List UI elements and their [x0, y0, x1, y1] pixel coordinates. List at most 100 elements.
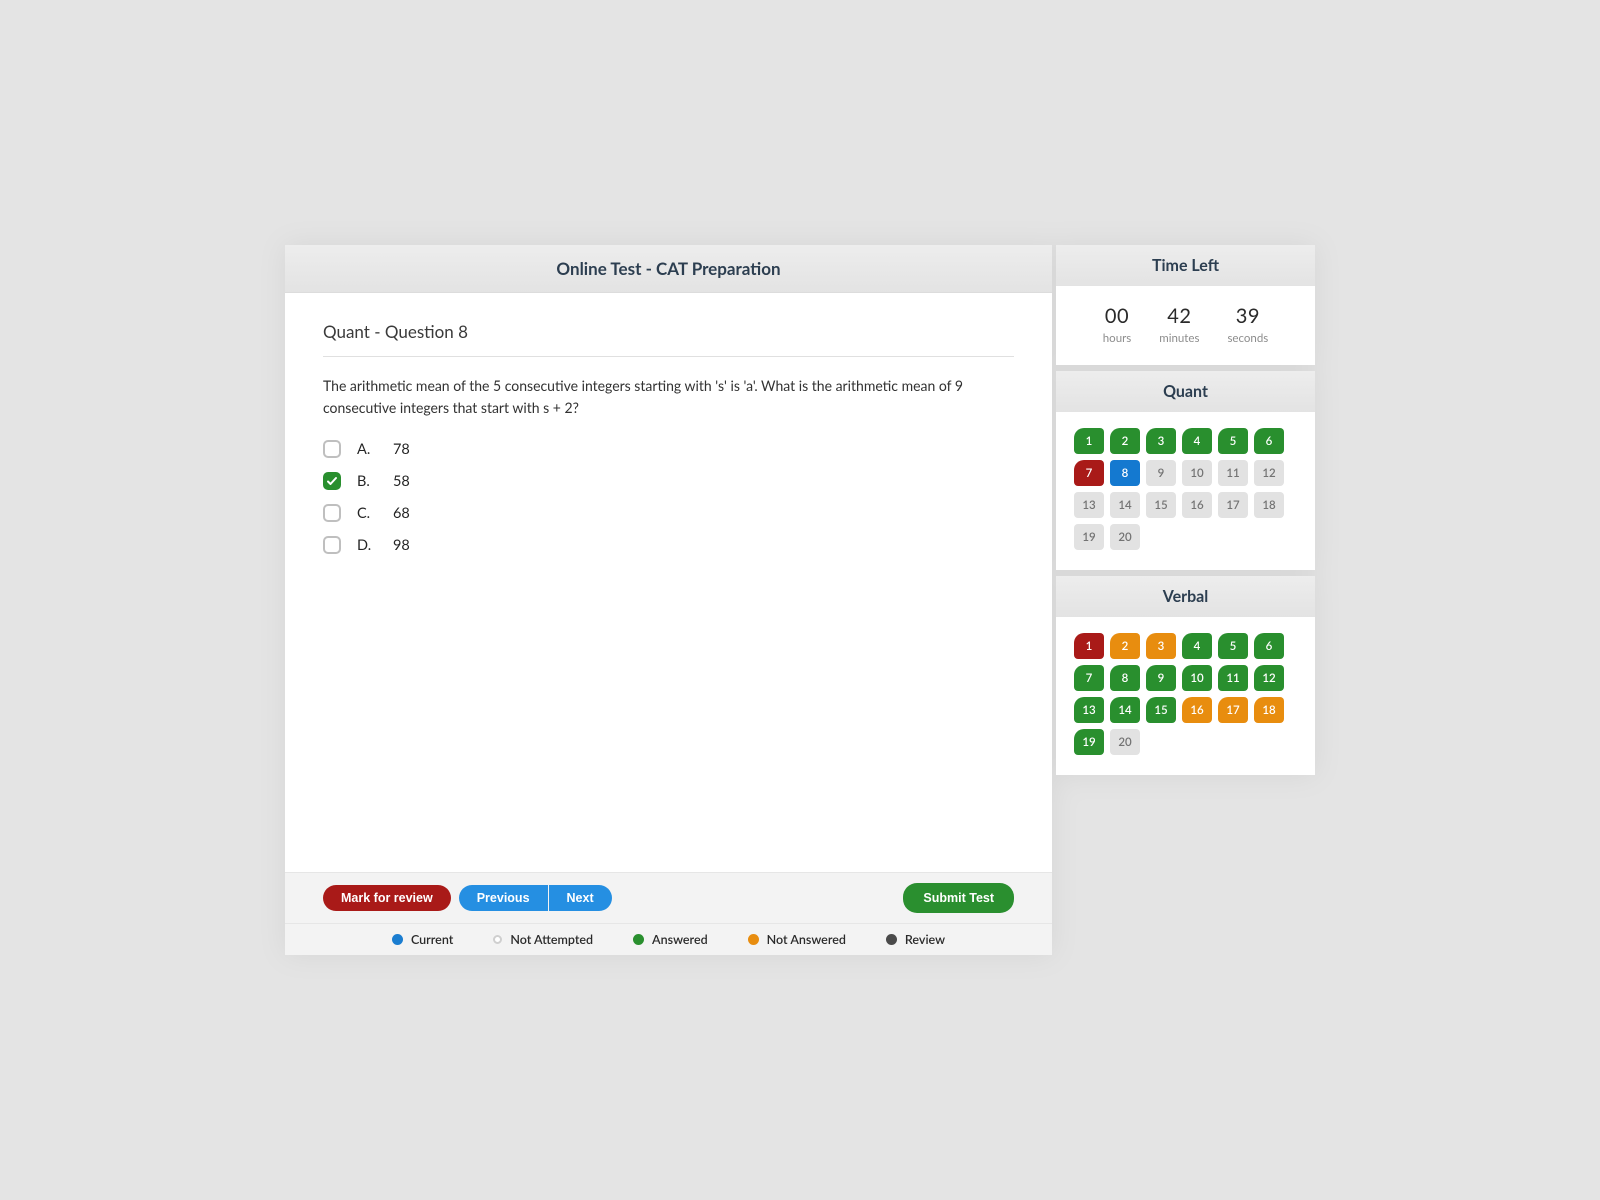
question-prompt: The arithmetic mean of the 5 consecutive…	[323, 375, 963, 418]
question-nav-quant-19[interactable]: 19	[1074, 524, 1104, 550]
question-nav-quant-18[interactable]: 18	[1254, 492, 1284, 518]
question-nav-quant-15[interactable]: 15	[1146, 492, 1176, 518]
mark-for-review-button[interactable]: Mark for review	[323, 885, 451, 911]
question-nav-quant-3[interactable]: 3	[1146, 428, 1176, 454]
timer-hours-label: hours	[1103, 332, 1131, 345]
question-nav-quant-6[interactable]: 6	[1254, 428, 1284, 454]
dot-notattempted-icon	[493, 935, 502, 944]
option-letter: C.	[357, 505, 377, 522]
question-nav-quant-12[interactable]: 12	[1254, 460, 1284, 486]
question-nav-verbal-20[interactable]: 20	[1110, 729, 1140, 755]
timer-hours: 00 hours	[1103, 304, 1131, 345]
section-title: Quant	[1056, 371, 1315, 412]
question-nav-quant-16[interactable]: 16	[1182, 492, 1212, 518]
legend-notattempted-label: Not Attempted	[510, 932, 593, 947]
section-panel-verbal: Verbal1234567891011121314151617181920	[1056, 576, 1315, 775]
option-d[interactable]: D.98	[323, 536, 1014, 554]
option-text: 58	[393, 473, 410, 490]
dot-review-icon	[886, 934, 897, 945]
legend-notattempted: Not Attempted	[493, 932, 593, 947]
question-nav-quant-5[interactable]: 5	[1218, 428, 1248, 454]
timer-body: 00 hours 42 minutes 39 seconds	[1056, 286, 1315, 365]
legend-current: Current	[392, 932, 453, 947]
option-b[interactable]: B. 58	[323, 472, 1014, 490]
section-title: Verbal	[1056, 576, 1315, 617]
question-nav-verbal-15[interactable]: 15	[1146, 697, 1176, 723]
checkbox-icon	[323, 472, 341, 490]
timer-minutes-value: 42	[1159, 304, 1199, 328]
question-nav-verbal-13[interactable]: 13	[1074, 697, 1104, 723]
question-nav-verbal-4[interactable]: 4	[1182, 633, 1212, 659]
question-nav-verbal-11[interactable]: 11	[1218, 665, 1248, 691]
question-nav-quant-9[interactable]: 9	[1146, 460, 1176, 486]
option-letter: A.	[357, 441, 377, 458]
question-nav-quant-17[interactable]: 17	[1218, 492, 1248, 518]
section-panel-quant: Quant1234567891011121314151617181920	[1056, 371, 1315, 570]
question-nav-verbal-2[interactable]: 2	[1110, 633, 1140, 659]
dot-notanswered-icon	[748, 934, 759, 945]
legend: Current Not Attempted Answered Not Answe…	[285, 923, 1052, 955]
question-nav-quant-11[interactable]: 11	[1218, 460, 1248, 486]
question-nav-quant-13[interactable]: 13	[1074, 492, 1104, 518]
checkbox-icon	[323, 440, 341, 458]
question-nav-verbal-1[interactable]: 1	[1074, 633, 1104, 659]
question-nav-verbal-18[interactable]: 18	[1254, 697, 1284, 723]
option-text: 68	[393, 505, 410, 522]
question-nav-quant-20[interactable]: 20	[1110, 524, 1140, 550]
timer-seconds: 39 seconds	[1227, 304, 1268, 345]
option-letter: B.	[357, 473, 377, 490]
legend-current-label: Current	[411, 932, 453, 947]
question-nav-verbal-17[interactable]: 17	[1218, 697, 1248, 723]
option-text: 78	[393, 441, 410, 458]
question-nav-verbal-10[interactable]: 10	[1182, 665, 1212, 691]
question-nav-quant-1[interactable]: 1	[1074, 428, 1104, 454]
legend-review-label: Review	[905, 932, 945, 947]
previous-button[interactable]: Previous	[459, 885, 548, 911]
app: Online Test - CAT Preparation Quant - Qu…	[285, 245, 1315, 955]
question-nav-verbal-5[interactable]: 5	[1218, 633, 1248, 659]
question-grid: 1234567891011121314151617181920	[1056, 617, 1315, 775]
timer-hours-value: 00	[1103, 304, 1131, 328]
question-nav-verbal-9[interactable]: 9	[1146, 665, 1176, 691]
question-nav-verbal-8[interactable]: 8	[1110, 665, 1140, 691]
legend-review: Review	[886, 932, 945, 947]
question-grid: 1234567891011121314151617181920	[1056, 412, 1315, 570]
question-nav-verbal-3[interactable]: 3	[1146, 633, 1176, 659]
timer-panel: Time Left 00 hours 42 minutes 39 seconds	[1056, 245, 1315, 365]
question-nav-quant-7[interactable]: 7	[1074, 460, 1104, 486]
question-nav-verbal-16[interactable]: 16	[1182, 697, 1212, 723]
question-nav-verbal-6[interactable]: 6	[1254, 633, 1284, 659]
legend-notanswered: Not Answered	[748, 932, 846, 947]
nav-buttons: Previous Next	[459, 885, 612, 911]
question-nav-quant-8[interactable]: 8	[1110, 460, 1140, 486]
submit-button[interactable]: Submit Test	[903, 883, 1014, 913]
option-a[interactable]: A. 78	[323, 440, 1014, 458]
action-bar: Mark for review Previous Next Submit Tes…	[285, 872, 1052, 923]
options-list: A. 78 B. 58 C. 68 D.98	[323, 440, 1014, 554]
checkbox-icon	[323, 504, 341, 522]
option-letter: D.	[357, 537, 377, 554]
question-nav-quant-14[interactable]: 14	[1110, 492, 1140, 518]
dot-answered-icon	[633, 934, 644, 945]
question-nav-quant-2[interactable]: 2	[1110, 428, 1140, 454]
checkbox-icon	[323, 536, 341, 554]
timer-minutes: 42 minutes	[1159, 304, 1199, 345]
option-c[interactable]: C. 68	[323, 504, 1014, 522]
timer-minutes-label: minutes	[1159, 332, 1199, 345]
question-nav-verbal-14[interactable]: 14	[1110, 697, 1140, 723]
main-panel: Online Test - CAT Preparation Quant - Qu…	[285, 245, 1052, 955]
question-nav-quant-10[interactable]: 10	[1182, 460, 1212, 486]
dot-current-icon	[392, 934, 403, 945]
legend-answered: Answered	[633, 932, 708, 947]
timer-title: Time Left	[1056, 245, 1315, 286]
question-nav-verbal-12[interactable]: 12	[1254, 665, 1284, 691]
page-title: Online Test - CAT Preparation	[285, 245, 1052, 293]
sections-container: Quant1234567891011121314151617181920Verb…	[1056, 371, 1315, 781]
question-nav-quant-4[interactable]: 4	[1182, 428, 1212, 454]
timer-seconds-label: seconds	[1227, 332, 1268, 345]
question-nav-verbal-19[interactable]: 19	[1074, 729, 1104, 755]
question-heading: Quant - Question 8	[323, 321, 1014, 357]
question-nav-verbal-7[interactable]: 7	[1074, 665, 1104, 691]
side-panel: Time Left 00 hours 42 minutes 39 seconds	[1056, 245, 1315, 955]
next-button[interactable]: Next	[549, 885, 612, 911]
